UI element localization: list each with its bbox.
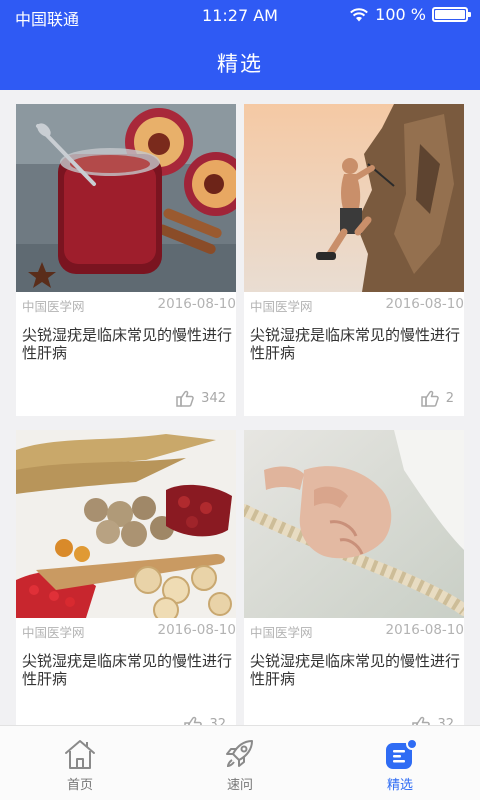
thumbs-up-icon [412,716,431,725]
article-card[interactable]: 中国医学网 2016-08-10 尖锐湿疣是临床常见的慢性进行性肝病 2 [244,104,464,416]
like-control[interactable]: 32 [184,716,226,725]
like-control[interactable]: 32 [412,716,454,725]
article-title[interactable]: 尖锐湿疣是临床常见的慢性进行性肝病 [250,326,460,362]
battery-icon [432,7,471,22]
article-thumbnail [16,430,236,618]
article-thumbnail [244,104,464,292]
rocket-icon [226,740,253,768]
article-title[interactable]: 尖锐湿疣是临床常见的慢性进行性肝病 [22,326,232,362]
article-thumbnail [16,104,236,292]
article-date: 2016-08-10 [385,296,464,312]
featured-icon [386,738,418,769]
tab-label: 精选 [386,778,413,793]
tab-quick-ask[interactable]: 速问 [160,726,320,800]
article-title[interactable]: 尖锐湿疣是临床常见的慢性进行性肝病 [22,652,232,688]
article-date: 2016-08-10 [157,622,236,638]
page-title: 精选 [217,52,263,76]
thumbs-up-icon [176,390,194,407]
like-count: 342 [201,391,226,406]
article-thumbnail [244,430,464,618]
article-source: 中国医学网 [22,299,85,314]
article-feed[interactable]: 中国医学网 2016-08-10 尖锐湿疣是临床常见的慢性进行性肝病 342 中… [0,90,480,725]
thumbs-up-icon [420,390,439,407]
app-header: 中国联通 11:27 AM 100 % 精选 [0,0,480,90]
article-card[interactable]: 中国医学网 2016-08-10 尖锐湿疣是临床常见的慢性进行性肝病 32 [16,430,236,725]
bottom-tab-bar: 首页 速问 精选 [0,725,480,800]
like-control[interactable]: 342 [176,390,226,407]
article-source: 中国医学网 [250,299,313,314]
tab-featured[interactable]: 精选 [320,726,480,800]
tab-label: 首页 [66,778,93,793]
like-count: 32 [437,717,454,725]
like-control[interactable]: 2 [420,390,454,407]
article-card[interactable]: 中国医学网 2016-08-10 尖锐湿疣是临床常见的慢性进行性肝病 342 [16,104,236,416]
status-indicators: 100 % [349,5,471,24]
home-icon [65,740,95,769]
article-source: 中国医学网 [22,625,85,640]
article-date: 2016-08-10 [157,296,236,312]
wifi-icon [350,8,369,22]
article-card[interactable]: 中国医学网 2016-08-10 尖锐湿疣是临床常见的慢性进行性肝病 32 [244,430,464,725]
article-source: 中国医学网 [250,625,313,640]
thumbs-up-icon [184,716,203,725]
tab-label: 速问 [226,778,253,793]
status-bar: 中国联通 11:27 AM 100 % [0,0,480,30]
battery-percent: 100 % [375,5,426,24]
article-title[interactable]: 尖锐湿疣是临床常见的慢性进行性肝病 [250,652,460,688]
like-count: 2 [445,391,454,406]
tab-home[interactable]: 首页 [0,726,160,800]
like-count: 32 [209,717,226,725]
article-date: 2016-08-10 [385,622,464,638]
